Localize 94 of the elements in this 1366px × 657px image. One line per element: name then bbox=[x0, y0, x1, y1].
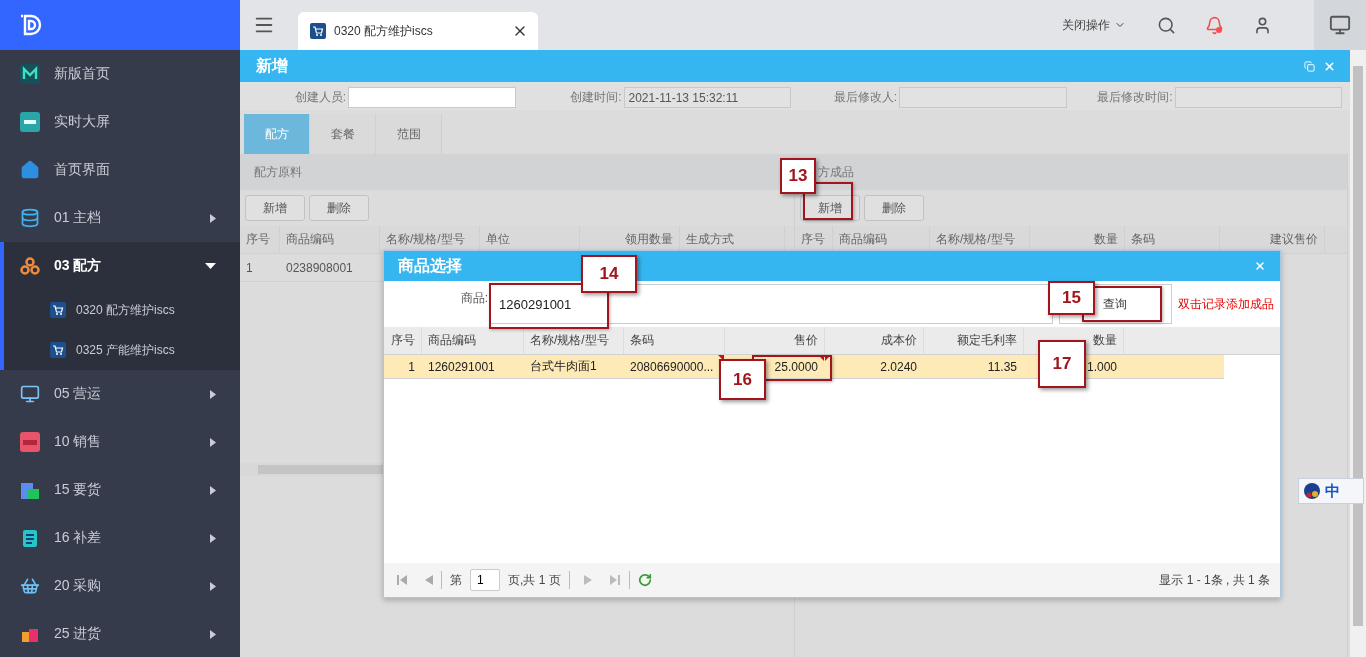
restore-icon bbox=[1304, 60, 1315, 72]
first-page-icon[interactable] bbox=[396, 574, 408, 586]
sidebar-item[interactable]: 16 补差 bbox=[0, 514, 240, 562]
table-cell-text: 0238908001 bbox=[285, 259, 354, 277]
column-header: 序号 bbox=[240, 226, 280, 253]
table-cell-text: 1 bbox=[245, 259, 254, 277]
ime-mode[interactable]: 中 bbox=[1325, 481, 1340, 501]
table-cell: 25.0000 bbox=[774, 359, 818, 374]
sidebar-item[interactable]: 20 采购 bbox=[0, 562, 240, 610]
sidebar-item[interactable]: 实时大屏 bbox=[0, 98, 240, 146]
menu-icon bbox=[20, 160, 40, 180]
annotation-tooltip: 17 bbox=[1038, 340, 1086, 388]
logo-icon bbox=[19, 13, 43, 37]
annotation-tooltip: 15 bbox=[1048, 281, 1095, 315]
caret-icon bbox=[210, 485, 216, 495]
column-header: 额定毛利率 bbox=[924, 327, 1024, 354]
sidebar-item[interactable]: 05 营运 bbox=[0, 370, 240, 418]
dialog-title: 商品选择 bbox=[398, 255, 462, 276]
submenu-item[interactable]: 0325 产能维护iscs bbox=[4, 330, 240, 370]
menu-icon bbox=[20, 64, 40, 84]
close-actions-dropdown[interactable]: 关闭操作 bbox=[1046, 0, 1142, 50]
column-header: 商品编码 bbox=[422, 327, 524, 354]
next-page-icon[interactable] bbox=[583, 574, 593, 586]
table-cell: 台式牛肉面1 bbox=[530, 358, 597, 375]
sidebar-item[interactable]: 01 主档 bbox=[0, 194, 240, 242]
field-label: 创建时间: bbox=[569, 89, 622, 106]
sidebar-item[interactable]: 首页界面 bbox=[0, 146, 240, 194]
caret-icon bbox=[205, 263, 216, 269]
caret-icon bbox=[210, 389, 216, 399]
page-total: 页,共 1 页 bbox=[508, 571, 561, 589]
page-label: 第 bbox=[450, 571, 462, 589]
caret-icon bbox=[210, 533, 216, 543]
menu-icon bbox=[20, 208, 40, 228]
table-cell: 20806690000... bbox=[630, 359, 714, 374]
caret-icon bbox=[210, 213, 216, 223]
sidebar-item[interactable]: 15 要货 bbox=[0, 466, 240, 514]
table-cell: 2.0240 bbox=[880, 359, 917, 374]
add-button[interactable]: 新增 bbox=[245, 195, 305, 221]
panel-title: 新增 bbox=[256, 55, 289, 76]
table-cell: 1.000 bbox=[1086, 359, 1117, 374]
delete-button[interactable]: 删除 bbox=[864, 195, 924, 221]
info-field: 2021-11-13 15:32:11 bbox=[623, 87, 791, 108]
field-label: 商品: bbox=[459, 290, 489, 307]
sidebar-item[interactable]: 新版首页 bbox=[0, 50, 240, 98]
annotation-tooltip: 14 bbox=[581, 255, 637, 293]
cart-icon bbox=[50, 342, 66, 358]
field-label: 最后修改人: bbox=[832, 89, 897, 106]
field-label: 最后修改时间: bbox=[1096, 89, 1173, 106]
submenu-item[interactable]: 0320 配方维护iscs bbox=[4, 290, 240, 330]
sidebar-item[interactable]: 03 配方 bbox=[0, 242, 240, 290]
ime-toolbar[interactable]: 中 bbox=[1298, 478, 1364, 504]
page-tab[interactable]: 0320 配方维护iscs bbox=[298, 12, 538, 50]
prev-page-icon[interactable] bbox=[424, 574, 433, 586]
table-cell: 11.35 bbox=[987, 359, 1017, 374]
annotation-tooltip: 13 bbox=[780, 158, 816, 194]
sidebar-item[interactable]: 25 进货 bbox=[0, 610, 240, 657]
bell-icon bbox=[1204, 15, 1224, 35]
hint-text: 双击记录添加成品 bbox=[1178, 295, 1274, 313]
ime-logo-icon bbox=[1303, 482, 1321, 500]
cart-icon bbox=[310, 23, 326, 39]
search-icon bbox=[1156, 15, 1176, 35]
menu-icon bbox=[20, 112, 40, 132]
field-label: 创建人员: bbox=[293, 89, 346, 106]
column-header: 售价 bbox=[725, 327, 825, 354]
refresh-button[interactable] bbox=[637, 573, 652, 587]
close-icon bbox=[1254, 260, 1266, 272]
column-header: 成本价 bbox=[825, 327, 924, 354]
delete-button[interactable]: 删除 bbox=[309, 195, 369, 221]
table-cell: 1 bbox=[408, 359, 415, 374]
column-header: 名称/规格/型号 bbox=[524, 327, 624, 354]
vertical-scrollbar[interactable] bbox=[1350, 50, 1366, 657]
refresh-icon bbox=[637, 573, 652, 587]
close-icon bbox=[1323, 59, 1336, 73]
menu-icon bbox=[20, 384, 40, 404]
menu-icon bbox=[20, 480, 40, 500]
caret-icon bbox=[210, 629, 216, 639]
column-header: 序号 bbox=[384, 327, 422, 354]
caret-icon bbox=[210, 581, 216, 591]
caret-icon bbox=[210, 437, 216, 447]
table-cell: 1260291001 bbox=[428, 359, 495, 374]
menu-icon bbox=[20, 576, 40, 596]
menu-icon bbox=[20, 432, 40, 452]
monitor-icon bbox=[1329, 14, 1351, 36]
annotation-tooltip: 16 bbox=[719, 359, 766, 400]
last-page-icon[interactable] bbox=[608, 574, 621, 586]
column-header: 商品编码 bbox=[280, 226, 380, 253]
page-input[interactable]: 1 bbox=[470, 569, 500, 591]
column-header: 条码 bbox=[624, 327, 725, 354]
menu-icon bbox=[20, 528, 40, 548]
monitor-button[interactable] bbox=[1314, 0, 1366, 50]
cart-icon bbox=[50, 302, 66, 318]
sidebar-item[interactable]: 10 销售 bbox=[0, 418, 240, 466]
menu-icon bbox=[20, 256, 40, 276]
record-summary: 显示 1 - 1条 , 共 1 条 bbox=[1159, 571, 1270, 589]
